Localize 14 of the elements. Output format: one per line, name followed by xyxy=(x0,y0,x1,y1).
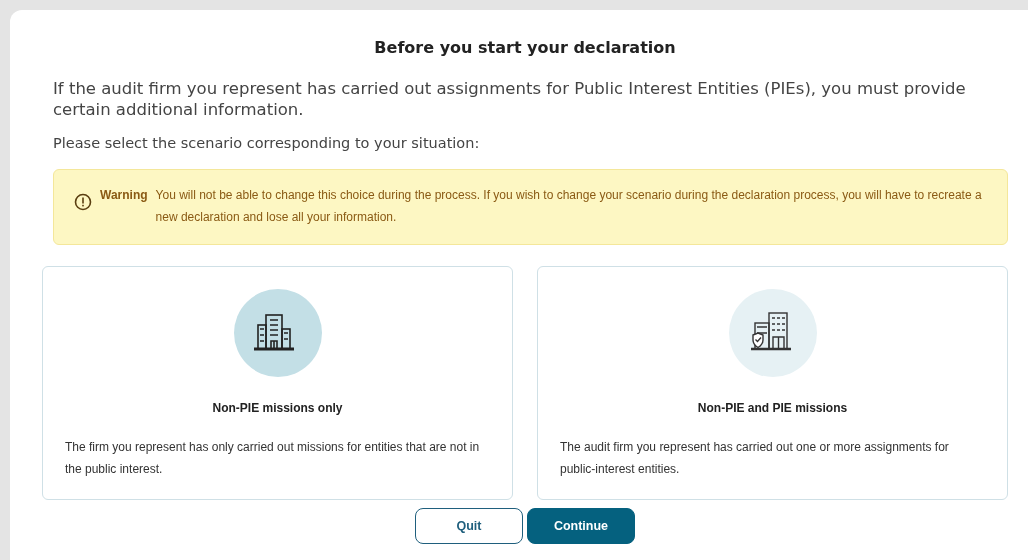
continue-button[interactable]: Continue xyxy=(527,508,635,544)
quit-button[interactable]: Quit xyxy=(415,508,523,544)
scenario-title: Non-PIE and PIE missions xyxy=(696,400,849,417)
scenario-description: The firm you represent has only carried out missions for entities that are not in the public interest. xyxy=(65,439,481,478)
prompt-text: Please select the scenario corresponding to your situation: xyxy=(53,133,481,153)
scenario-card[interactable]: Non-PIE missions only The firm you represent has only carried out missions for entities that are not in the public interest. xyxy=(42,266,513,500)
warning-label: Warning xyxy=(100,186,148,204)
scenario-title: Non-PIE missions only xyxy=(211,400,344,417)
scenario-description: The audit firm you represent has carried out one or more assignments for public-interest entities. xyxy=(560,439,950,478)
warning-icon xyxy=(74,192,92,211)
dialog-title: Before you start your declaration xyxy=(373,37,677,59)
scenario-card[interactable]: Non-PIE and PIE missions The audit firm you represent has carried out one or more assignments for public-interest entities. xyxy=(537,266,1008,500)
intro-text: If the audit firm you represent has carried out assignments for Public Interest Entities (PIEs), you must provide certain additional information. xyxy=(53,78,967,121)
warning-text: You will not be able to change this choice during the process. If you wish to change your scenario during the declaration process, you will have to recreate a new declaration and lose all your information. xyxy=(155,186,983,226)
